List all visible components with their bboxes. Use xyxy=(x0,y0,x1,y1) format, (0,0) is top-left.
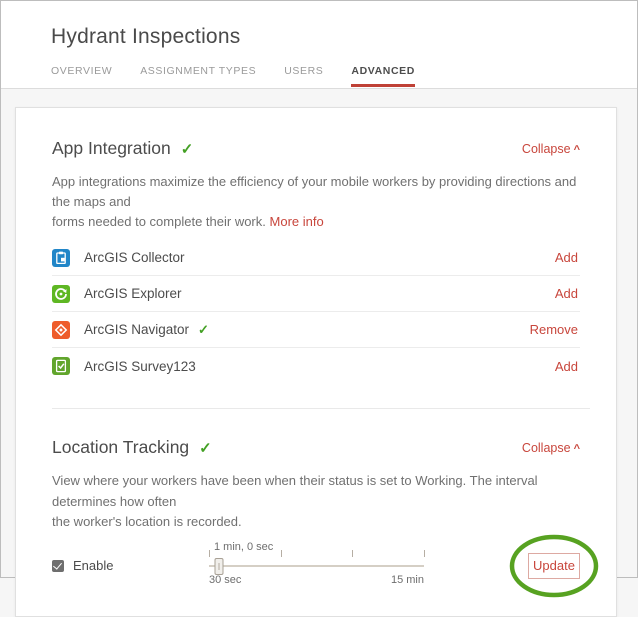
explorer-app-icon xyxy=(52,285,70,303)
tab-advanced[interactable]: ADVANCED xyxy=(351,65,415,87)
slider-handle[interactable] xyxy=(214,558,223,575)
app-list: ArcGIS Collector Add ArcGIS Explorer Add xyxy=(52,240,580,384)
app-integration-description: App integrations maximize the efficiency… xyxy=(52,172,580,232)
survey123-app-icon xyxy=(52,357,70,375)
app-name: ArcGIS Explorer xyxy=(84,286,182,301)
tab-bar: OVERVIEW ASSIGNMENT TYPES USERS ADVANCED xyxy=(51,65,637,87)
slider-tick xyxy=(424,550,425,557)
app-name: ArcGIS Survey123 xyxy=(84,359,196,374)
navigator-app-icon xyxy=(52,321,70,339)
update-button-area: Update xyxy=(528,553,580,579)
interval-slider: 1 min, 0 sec 30 sec 15 min xyxy=(209,543,424,589)
app-row-explorer: ArcGIS Explorer Add xyxy=(52,276,580,312)
app-row-collector: ArcGIS Collector Add xyxy=(52,240,580,276)
slider-track[interactable] xyxy=(209,565,424,567)
section-complete-check-icon: ✓ xyxy=(181,140,194,158)
app-row-survey123: ArcGIS Survey123 Add xyxy=(52,348,580,384)
slider-tick xyxy=(209,550,210,557)
explorer-add-link[interactable]: Add xyxy=(555,286,580,301)
tab-overview[interactable]: OVERVIEW xyxy=(51,65,112,87)
enable-checkbox[interactable] xyxy=(52,560,64,572)
enable-group: Enable xyxy=(52,558,209,573)
collector-app-icon xyxy=(52,249,70,267)
location-tracking-description: View where your workers have been when t… xyxy=(52,471,580,531)
app-name: ArcGIS Navigator xyxy=(84,322,189,337)
slider-tick xyxy=(281,550,282,557)
slider-tick xyxy=(352,550,353,557)
slider-min-label: 30 sec xyxy=(209,574,241,586)
more-info-link[interactable]: More info xyxy=(270,214,324,229)
location-tracking-section: Location Tracking ✓ Collapse^ View where… xyxy=(52,437,580,589)
section-complete-check-icon: ✓ xyxy=(199,439,212,457)
enable-label: Enable xyxy=(73,558,113,573)
location-tracking-collapse-link[interactable]: Collapse^ xyxy=(522,441,580,455)
chevron-up-icon: ^ xyxy=(574,144,580,156)
workforce-advanced-page: { "header": { "title": "Hydrant Inspecti… xyxy=(0,0,638,578)
app-integration-collapse-link[interactable]: Collapse^ xyxy=(522,142,580,156)
app-name: ArcGIS Collector xyxy=(84,250,185,265)
page-header: Hydrant Inspections OVERVIEW ASSIGNMENT … xyxy=(1,1,637,89)
tab-assignment-types[interactable]: ASSIGNMENT TYPES xyxy=(140,65,256,87)
tab-users[interactable]: USERS xyxy=(284,65,323,87)
app-enabled-check-icon: ✓ xyxy=(198,322,209,338)
update-button[interactable]: Update xyxy=(528,553,580,579)
slider-value-label: 1 min, 0 sec xyxy=(214,541,273,553)
app-integration-section: App Integration ✓ Collapse^ App integrat… xyxy=(52,138,580,384)
page-title: Hydrant Inspections xyxy=(51,25,637,49)
app-row-navigator: ArcGIS Navigator ✓ Remove xyxy=(52,312,580,348)
section-divider xyxy=(52,408,590,409)
navigator-remove-link[interactable]: Remove xyxy=(530,322,580,337)
chevron-up-icon: ^ xyxy=(574,443,580,455)
location-tracking-title: Location Tracking xyxy=(52,437,189,458)
collector-add-link[interactable]: Add xyxy=(555,250,580,265)
app-integration-title: App Integration xyxy=(52,138,171,159)
advanced-settings-card: App Integration ✓ Collapse^ App integrat… xyxy=(15,107,617,617)
tracking-controls-row: Enable 1 min, 0 sec 30 sec 15 min Update xyxy=(52,542,580,590)
survey123-add-link[interactable]: Add xyxy=(555,359,580,374)
slider-max-label: 15 min xyxy=(391,574,424,586)
